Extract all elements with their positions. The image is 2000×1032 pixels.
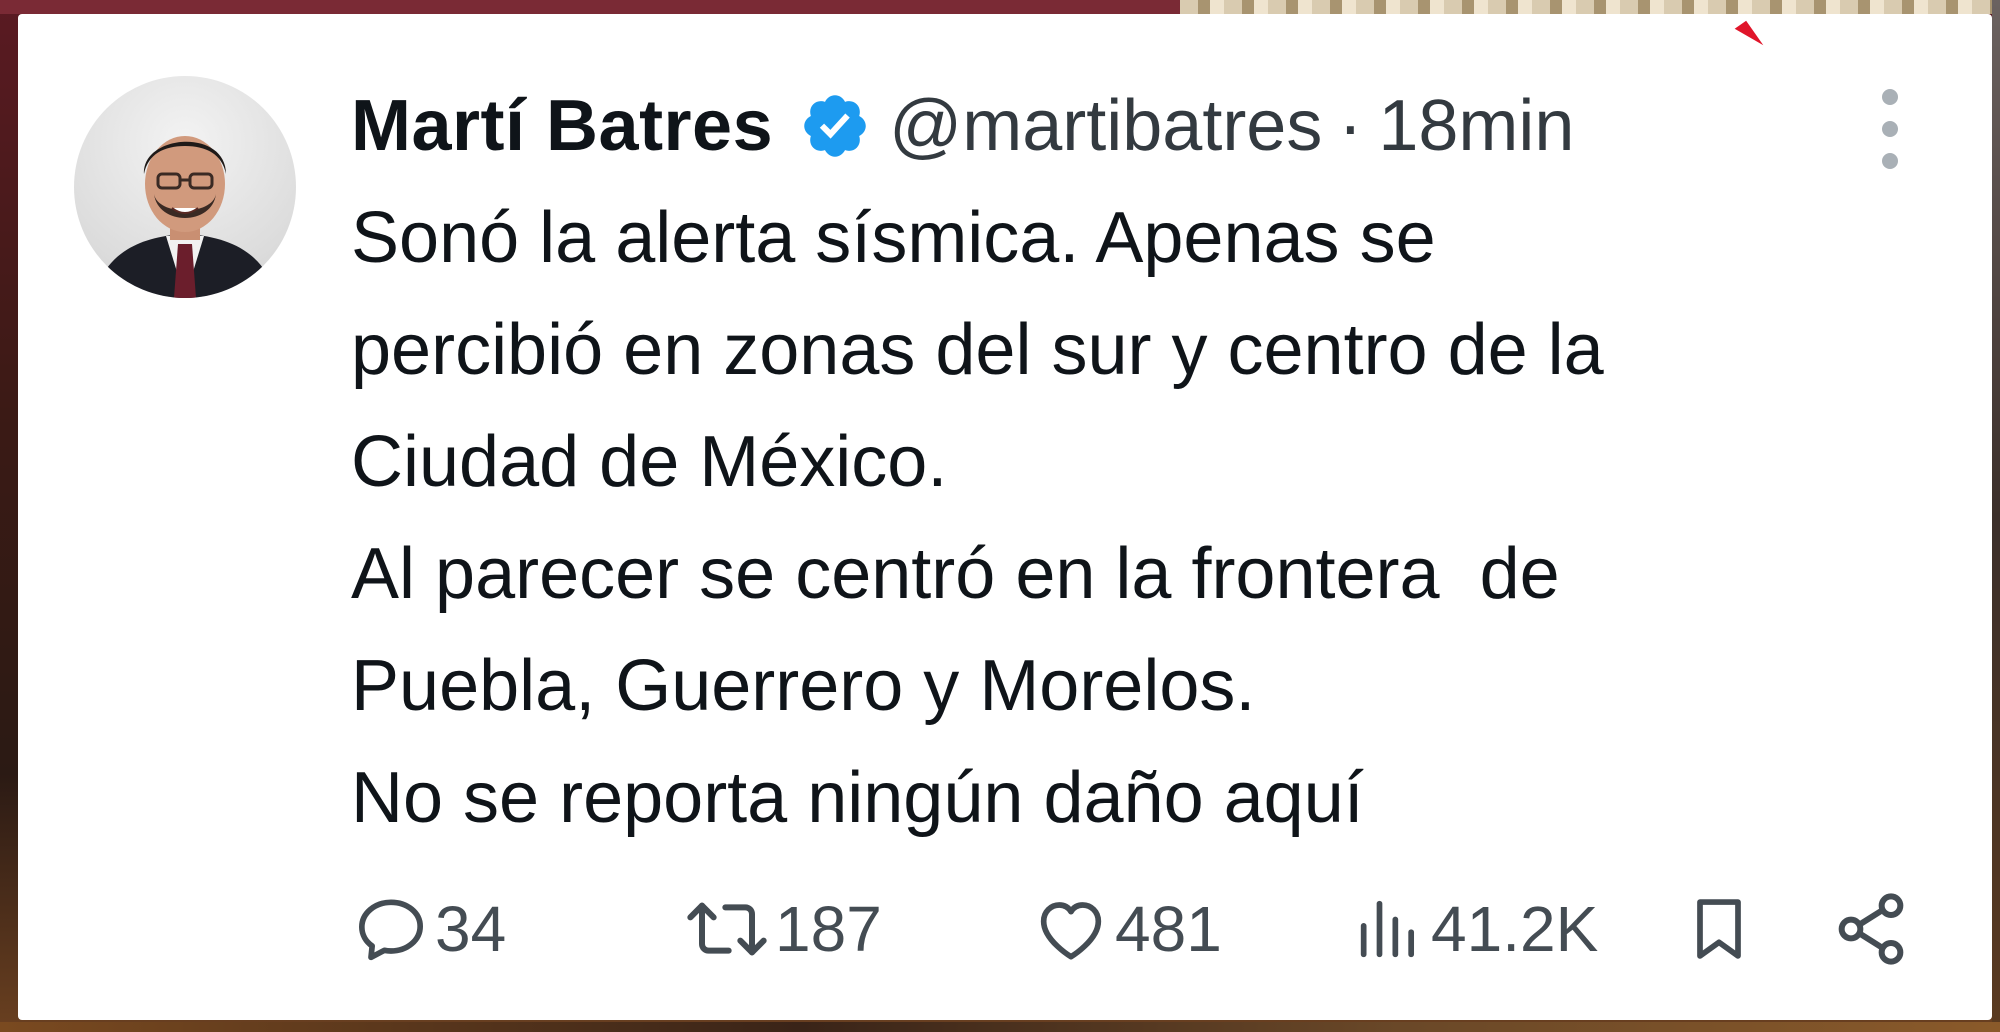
reply-button[interactable]: 34 xyxy=(351,884,506,974)
share-icon xyxy=(1838,893,1904,965)
avatar-portrait-icon xyxy=(94,136,276,298)
avatar[interactable] xyxy=(74,76,296,298)
background-top-left xyxy=(0,0,1180,14)
tweet-actions: 34 187 481 41.2K xyxy=(351,884,1911,974)
background-top-right xyxy=(1180,0,2000,14)
more-options-icon[interactable] xyxy=(1880,89,1900,169)
author-handle[interactable]: @martibatres xyxy=(889,85,1322,167)
tweet-text-line: percibió en zonas del sur y centro de la xyxy=(351,310,1604,390)
reply-icon xyxy=(359,899,423,961)
bookmark-button[interactable] xyxy=(1681,884,1757,974)
tweet-text: Sonó la alerta sísmica. Apenas se percib… xyxy=(351,182,1911,854)
like-button[interactable]: 481 xyxy=(1031,884,1222,974)
bookmark-icon xyxy=(1697,899,1741,959)
tweet-timestamp[interactable]: 18min xyxy=(1378,85,1574,167)
tweet-text-line: Al parecer se centró en la frontera de xyxy=(351,534,1560,614)
retweet-button[interactable]: 187 xyxy=(683,884,882,974)
background-right-strip xyxy=(1992,0,2000,1032)
view-count: 41.2K xyxy=(1431,893,1599,965)
tweet-header: Martí Batres @martibatres · 18min xyxy=(351,76,1574,176)
author-name[interactable]: Martí Batres xyxy=(351,85,773,167)
separator-dot: · xyxy=(1338,86,1363,166)
tweet-text-line: No se reporta ningún daño aquí xyxy=(351,758,1364,838)
background-bottom xyxy=(0,1022,2000,1032)
tweet-text-line: Puebla, Guerrero y Morelos. xyxy=(351,646,1256,726)
tweet-text-line: Sonó la alerta sísmica. Apenas se xyxy=(351,198,1436,278)
heart-icon xyxy=(1040,902,1102,960)
retweet-icon xyxy=(687,902,767,956)
like-count: 481 xyxy=(1115,893,1222,965)
share-button[interactable] xyxy=(1831,884,1911,974)
tweet-card: Martí Batres @martibatres · 18min Sonó l… xyxy=(18,14,1992,1020)
retweet-count: 187 xyxy=(775,893,882,965)
views-button[interactable]: 41.2K xyxy=(1351,884,1598,974)
reply-count: 34 xyxy=(435,893,507,965)
views-chart-icon xyxy=(1360,900,1415,958)
verified-badge-icon xyxy=(799,90,871,162)
tweet-text-line: Ciudad de México. xyxy=(351,422,948,502)
